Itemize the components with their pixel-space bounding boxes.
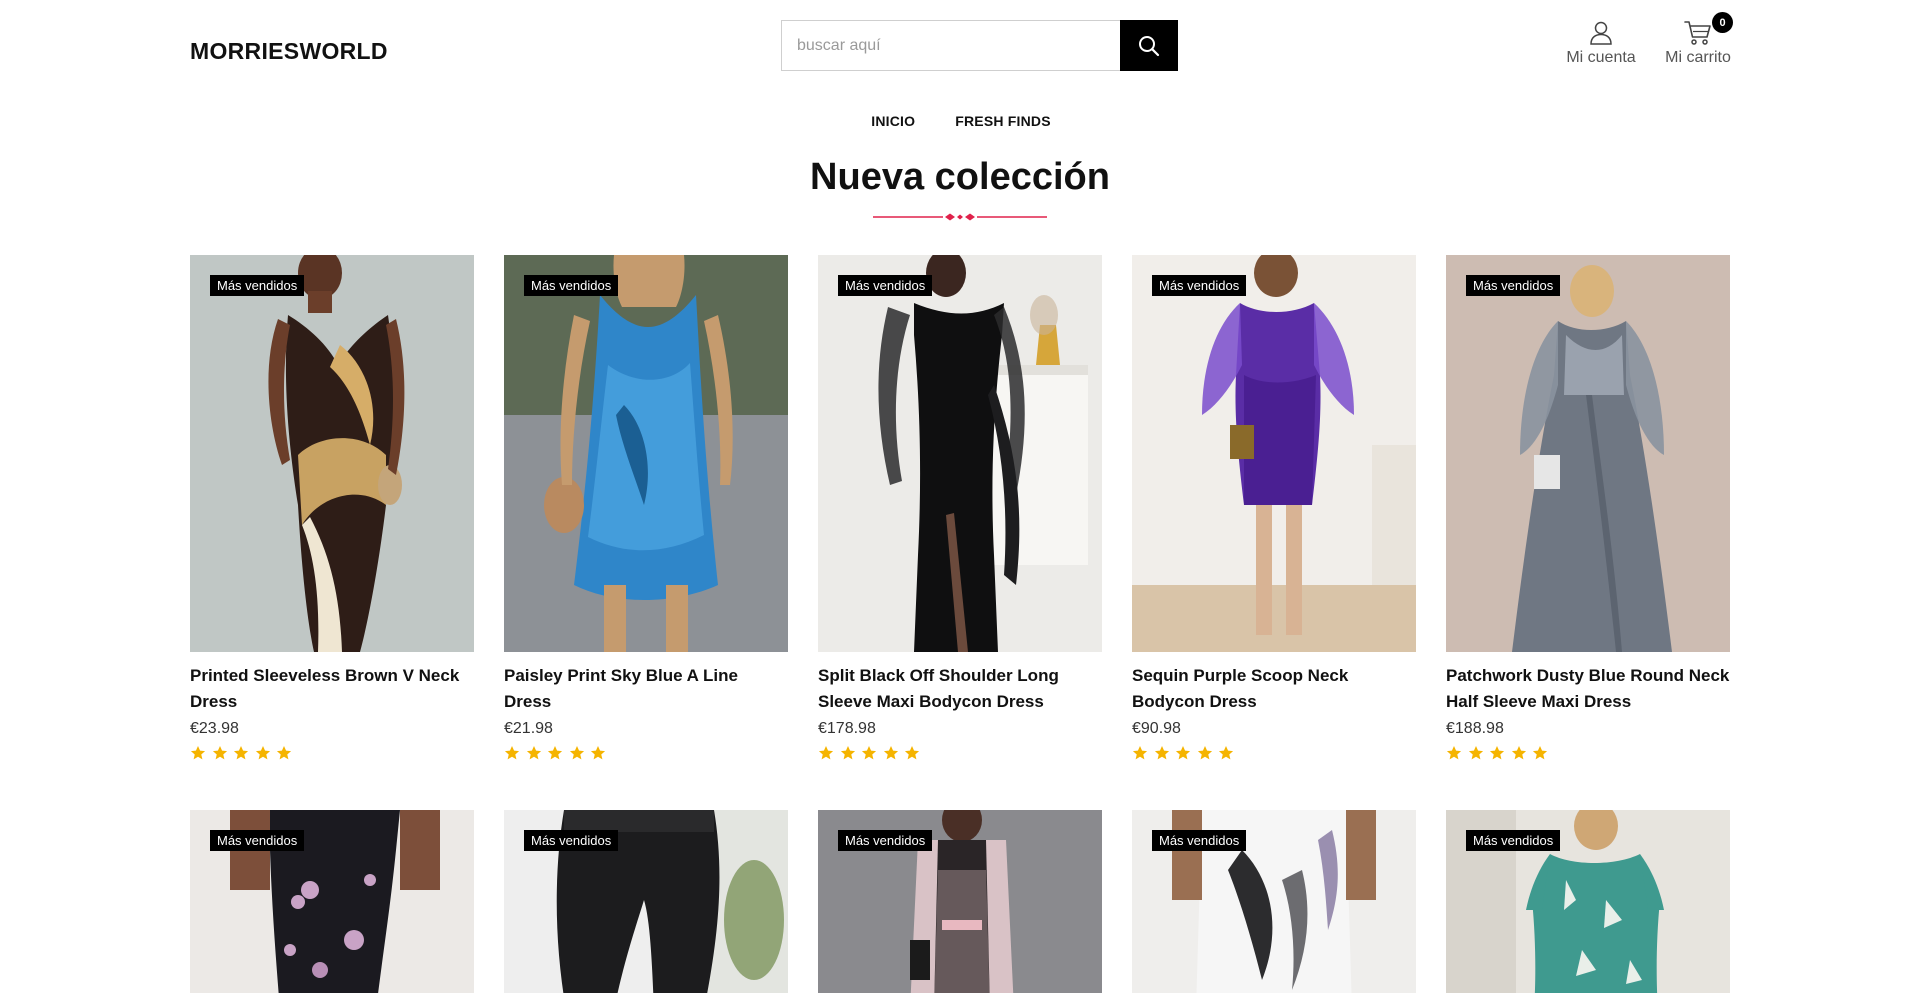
product-image[interactable]: Más vendidos [1446,810,1730,993]
search-input[interactable] [781,20,1120,71]
product-card[interactable]: Más vendidos Sequin Purple Scoop Neck Bo… [1132,255,1416,761]
product-name[interactable]: Patchwork Dusty Blue Round Neck Half Sle… [1446,663,1730,715]
bestseller-badge: Más vendidos [524,275,619,296]
product-image[interactable]: Más vendidos [504,810,788,993]
star-icon [526,746,541,760]
rating-stars [1446,745,1730,761]
product-photo [818,255,1102,652]
star-icon [276,746,292,760]
rating-stars [190,745,474,761]
product-image[interactable]: Más vendidos [504,255,788,652]
bestseller-badge: Más vendidos [210,275,305,296]
product-card[interactable]: Más vendidos Split Black Off Shoulder Lo… [818,255,1102,761]
nav-item-fresh-finds[interactable]: FRESH FINDS [955,113,1051,129]
section-title: Nueva colección [810,156,1110,198]
star-icon [1154,746,1169,760]
star-icon [233,746,249,760]
bestseller-badge: Más vendidos [1152,830,1247,851]
star-icon [1175,746,1191,760]
star-icon [1468,746,1483,760]
product-price: €21.98 [504,720,553,737]
star-icon [569,746,584,760]
product-name[interactable]: Sequin Purple Scoop Neck Bodycon Dress [1132,663,1416,715]
product-image[interactable]: Más vendidos [1132,255,1416,652]
product-photo [1446,255,1730,652]
star-icon [904,746,920,760]
cart-count-badge: 0 [1712,12,1733,33]
product-card[interactable]: Más vendidos [818,810,1102,993]
product-photo [504,255,788,652]
product-price: €178.98 [818,720,876,737]
star-icon [547,746,563,760]
product-card[interactable]: Más vendidos Paisley Print Sky Blue A Li… [504,255,788,761]
product-photo [190,255,474,652]
product-image[interactable]: Más vendidos [818,255,1102,652]
bestseller-badge: Más vendidos [1152,275,1247,296]
site-logo[interactable]: MORRIESWORLD [190,38,388,65]
bestseller-badge: Más vendidos [524,830,619,851]
bestseller-badge: Más vendidos [838,275,933,296]
star-icon [1532,746,1548,760]
star-icon [504,746,520,760]
star-icon [212,746,227,760]
star-icon [1511,746,1526,760]
product-price: €90.98 [1132,720,1181,737]
cart-label: Mi carrito [1665,49,1731,66]
product-card[interactable]: Más vendidos [1446,810,1730,993]
star-icon [1489,746,1505,760]
cart-link[interactable]: Mi carrito 0 [1661,12,1735,67]
product-price: €188.98 [1446,720,1504,737]
star-icon [590,746,606,760]
bestseller-badge: Más vendidos [838,830,933,851]
star-icon [1446,746,1462,760]
rating-stars [504,745,788,761]
rating-stars [1132,745,1416,761]
star-icon [1132,746,1148,760]
star-icon [861,746,877,760]
account-link[interactable]: Mi cuenta [1566,20,1636,67]
search-bar [781,20,1178,71]
product-name[interactable]: Split Black Off Shoulder Long Sleeve Max… [818,663,1102,715]
star-icon [255,746,270,760]
cart-icon [1684,21,1711,45]
nav-item-inicio[interactable]: INICIO [871,113,915,129]
rating-stars [818,745,1102,761]
product-photo [1132,255,1416,652]
bestseller-badge: Más vendidos [1466,275,1561,296]
user-icon [1590,21,1612,45]
product-name[interactable]: Paisley Print Sky Blue A Line Dress [504,663,788,715]
product-card[interactable]: Más vendidos Printed Sleeveless Brown V … [190,255,474,761]
search-icon [1139,35,1160,56]
product-card[interactable]: Más vendidos [190,810,474,993]
star-icon [190,746,206,760]
product-image[interactable]: Más vendidos [190,810,474,993]
star-icon [840,746,855,760]
account-label: Mi cuenta [1566,49,1636,66]
site-header: MORRIESWORLD Mi cuenta Mi carrito 0 [0,0,1920,100]
product-card[interactable]: Más vendidos [504,810,788,993]
bestseller-badge: Más vendidos [210,830,305,851]
search-button[interactable] [1120,20,1178,71]
product-card[interactable]: Más vendidos [1132,810,1416,993]
title-divider-ornament [873,213,1047,221]
product-image[interactable]: Más vendidos [1132,810,1416,993]
star-icon [818,746,834,760]
product-image[interactable]: Más vendidos [1446,255,1730,652]
star-icon [1197,746,1212,760]
product-image[interactable]: Más vendidos [190,255,474,652]
product-image[interactable]: Más vendidos [818,810,1102,993]
main-nav: INICIO FRESH FINDS [0,113,1920,129]
product-price: €23.98 [190,720,239,737]
bestseller-badge: Más vendidos [1466,830,1561,851]
star-icon [1218,746,1234,760]
product-card[interactable]: Más vendidos Patchwork Dusty Blue Round … [1446,255,1730,761]
product-name[interactable]: Printed Sleeveless Brown V Neck Dress [190,663,474,715]
star-icon [883,746,898,760]
